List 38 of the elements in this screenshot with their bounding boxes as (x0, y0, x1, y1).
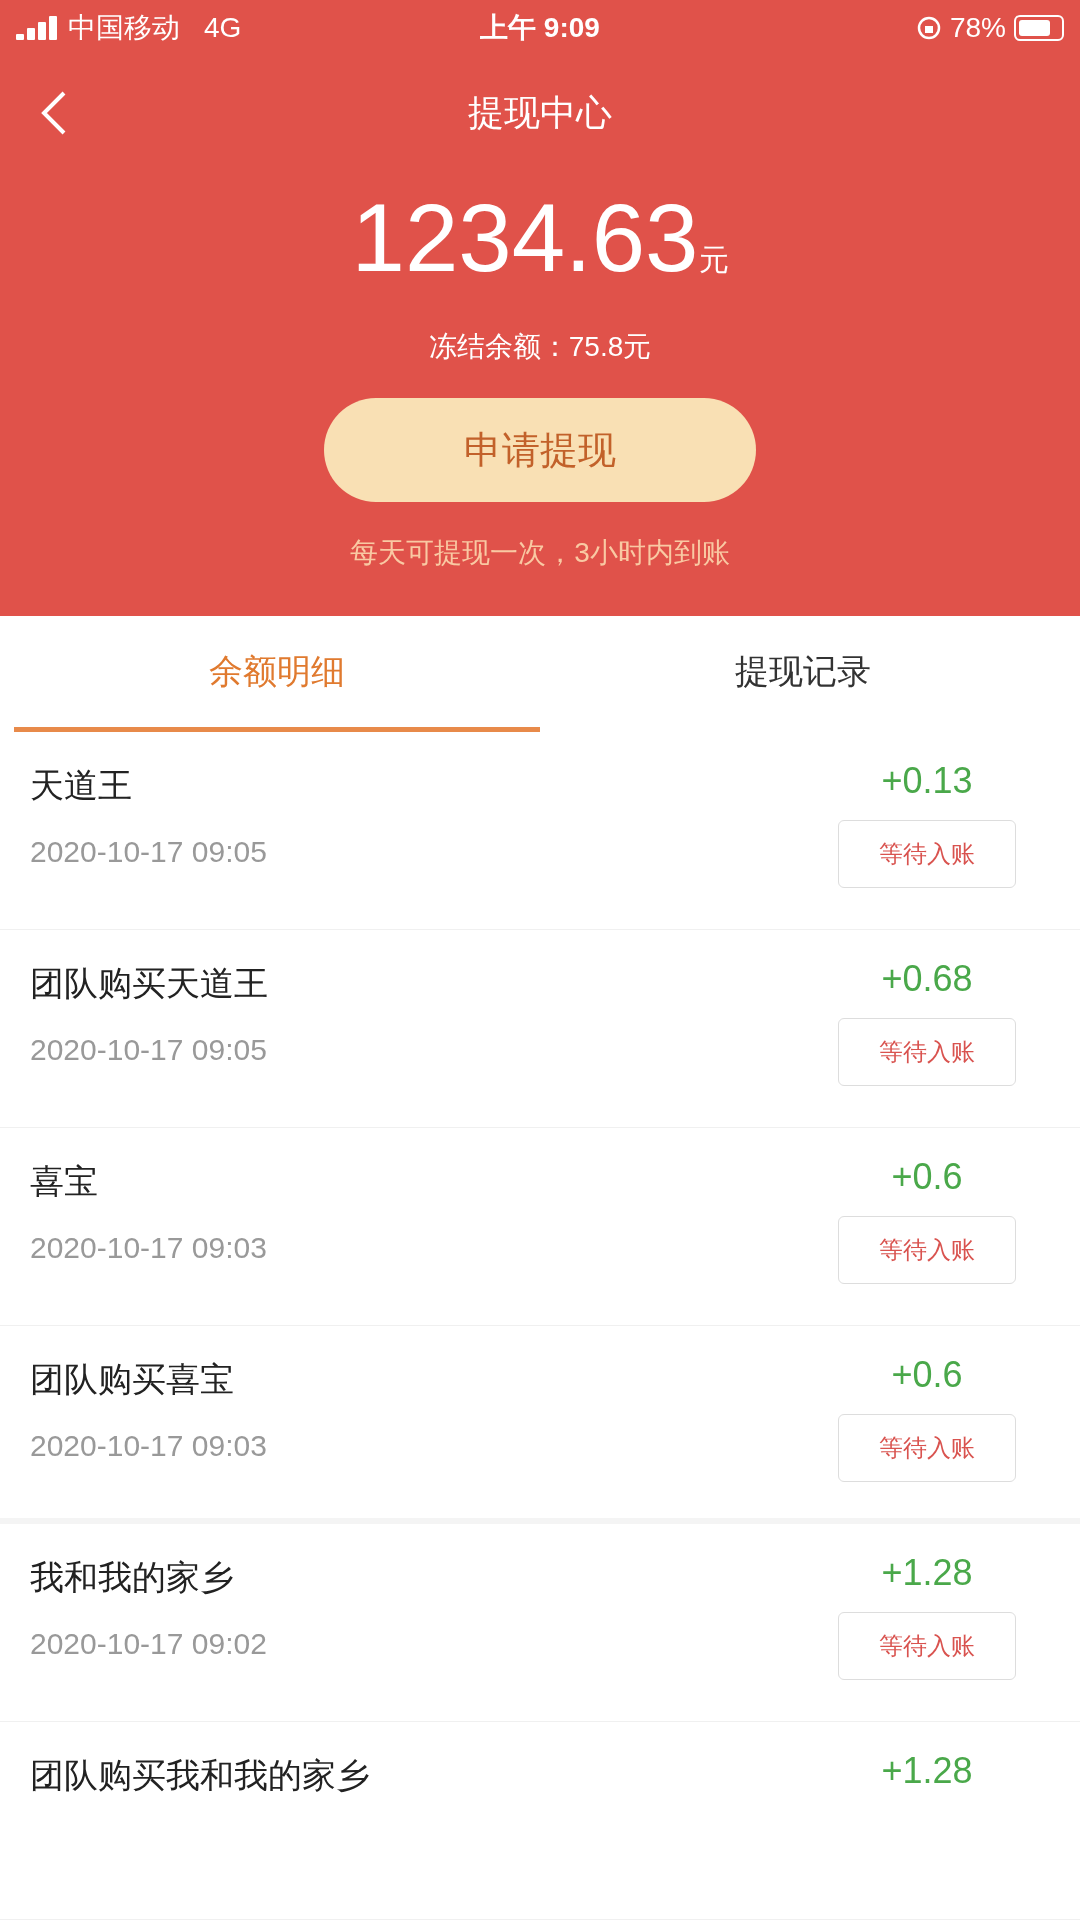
status-tag: 等待入账 (838, 820, 1016, 888)
record-amount: +1.28 (881, 1749, 973, 1793)
currency-unit: 元 (698, 242, 729, 278)
record-title: 团队购买我和我的家乡 (30, 1755, 370, 1796)
record-time: 2020-10-17 09:02 (30, 1626, 267, 1662)
record-title: 团队购买喜宝 (30, 1359, 235, 1400)
status-tag: 等待入账 (838, 1216, 1016, 1284)
record-time: 2020-10-17 09:03 (30, 1428, 267, 1464)
status-tag: 等待入账 (838, 1018, 1016, 1086)
record-time: 2020-10-17 09:05 (30, 1032, 268, 1068)
record-time: 2020-10-17 09:03 (30, 1230, 267, 1266)
record-title: 我和我的家乡 (30, 1557, 235, 1598)
clock: 上午 9:09 (480, 10, 600, 45)
tab[interactable]: 余额明细 (14, 616, 540, 732)
page-title: 提现中心 (468, 90, 612, 135)
network-type: 4G (204, 10, 242, 45)
battery-icon (1014, 14, 1064, 41)
withdraw-button[interactable]: 申请提现 (324, 398, 756, 502)
record-amount: +0.6 (891, 1353, 963, 1397)
record-amount: +0.68 (881, 957, 973, 1001)
signal-icon (16, 15, 60, 40)
back-icon[interactable] (40, 89, 68, 136)
record-title: 天道王 (30, 765, 133, 806)
balance-amount: 1234.63 (351, 190, 699, 286)
record-amount: +1.28 (881, 1551, 973, 1595)
tab[interactable]: 提现记录 (540, 616, 1066, 732)
battery-percent: 78% (949, 10, 1006, 45)
status-tag: 等待入账 (838, 1414, 1016, 1482)
record-amount: +0.6 (891, 1155, 963, 1199)
carrier: 中国移动 (68, 10, 180, 45)
record-title: 喜宝 (30, 1161, 99, 1202)
record-title: 团队购买天道王 (30, 963, 268, 1004)
record-time: 2020-10-17 09:05 (30, 834, 267, 870)
frozen-balance: 冻结余额：75.8元 (428, 330, 652, 364)
rotation-lock-icon (915, 14, 942, 41)
status-tag: 等待入账 (838, 1612, 1016, 1680)
record-amount: +0.13 (881, 759, 973, 803)
withdraw-hint: 每天可提现一次，3小时内到账 (350, 536, 730, 570)
